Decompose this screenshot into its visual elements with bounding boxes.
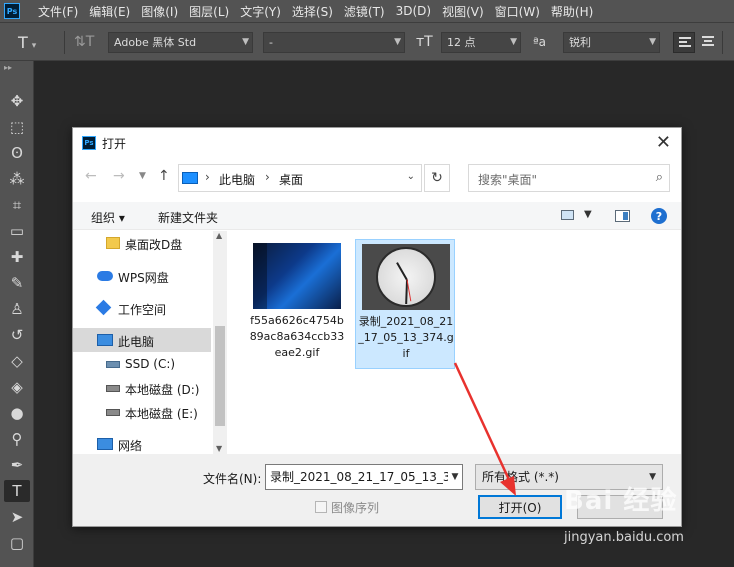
watermark: Bai 经验 jingyan.baidu.com xyxy=(560,478,730,558)
photoshop-window: Ps 文件(F) 编辑(E) 图像(I) 图层(L) 文字(Y) 选择(S) 滤… xyxy=(0,0,734,567)
watermark-logo: Bai 经验 xyxy=(564,486,678,516)
watermark-url: jingyan.baidu.com xyxy=(564,530,684,545)
arrow-line xyxy=(453,362,513,485)
arrow-head xyxy=(500,476,516,496)
